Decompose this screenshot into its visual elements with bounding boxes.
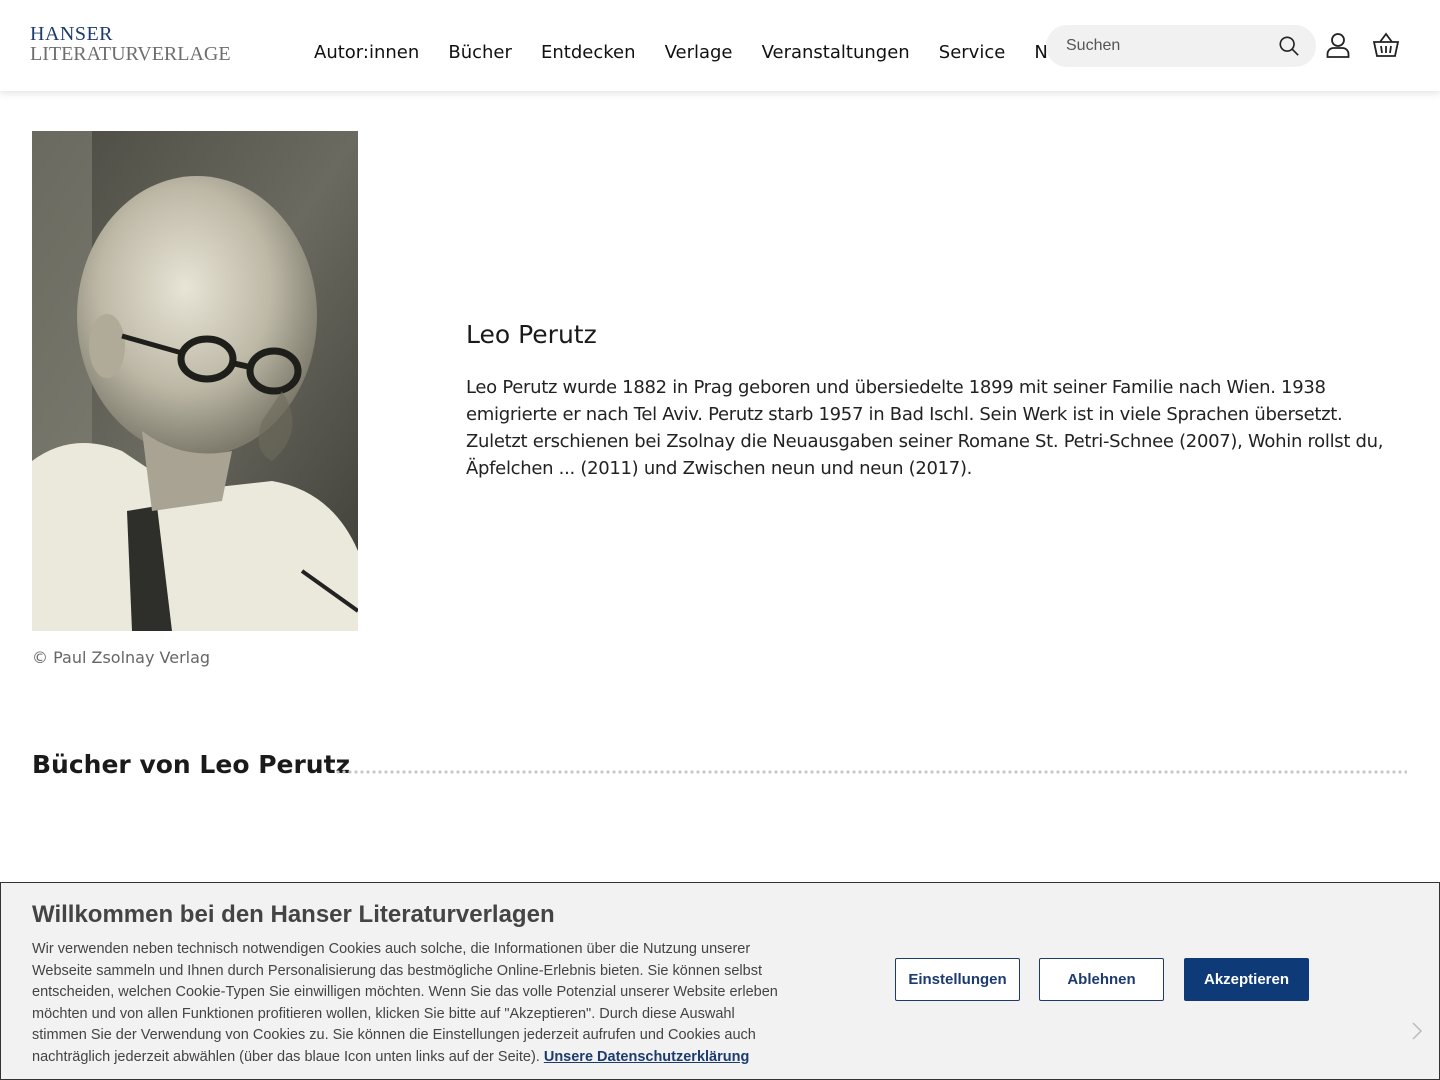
cookie-banner-text: Wir verwenden neben technisch notwendige… [32,939,792,1069]
basket-icon[interactable] [1372,32,1400,58]
hanser-logo[interactable]: HANSER LITERATURVERLAGE [30,24,231,64]
privacy-policy-link[interactable]: Unsere Datenschutzerklärung [544,1049,749,1065]
search-icon[interactable] [1278,35,1300,57]
cookie-banner-title: Willkommen bei den Hanser Literaturverla… [32,901,555,928]
cookie-banner-body: Wir verwenden neben technisch notwendige… [32,941,778,1065]
author-bio: Leo Perutz wurde 1882 in Prag geboren un… [466,377,1384,479]
books-section-title: Bücher von Leo Perutz [32,750,351,779]
main-nav: Autor:innen Bücher Entdecken Verlage Ver… [314,42,1060,66]
user-icon[interactable] [1326,32,1350,58]
site-header: HANSER LITERATURVERLAGE Autor:innen Büch… [0,0,1440,91]
nav-item-books[interactable]: Bücher [448,42,512,63]
author-photo-image [32,131,358,631]
nav-item-events[interactable]: Veranstaltungen [762,42,910,63]
cookie-settings-button[interactable]: Einstellungen [895,958,1020,1001]
cookie-decline-button[interactable]: Ablehnen [1039,958,1164,1001]
cookie-accept-button[interactable]: Akzeptieren [1184,958,1309,1001]
dotted-divider [335,770,1407,774]
nav-item-service[interactable]: Service [939,42,1006,63]
search-box [1046,25,1316,67]
nav-item-discover[interactable]: Entdecken [541,42,636,63]
logo-line-2: LITERATURVERLAGE [30,43,231,65]
photo-credit: © Paul Zsolnay Verlag [32,648,211,667]
author-name: Leo Perutz [466,320,597,349]
nav-item-authors[interactable]: Autor:innen [314,42,419,63]
search-input[interactable] [1066,35,1266,57]
cookie-banner: Willkommen bei den Hanser Literaturverla… [0,882,1440,1080]
author-portrait [32,131,358,631]
nav-item-publishers[interactable]: Verlage [665,42,733,63]
logo-line-1: HANSER [30,23,114,45]
chevron-right-icon[interactable] [1411,1021,1423,1041]
